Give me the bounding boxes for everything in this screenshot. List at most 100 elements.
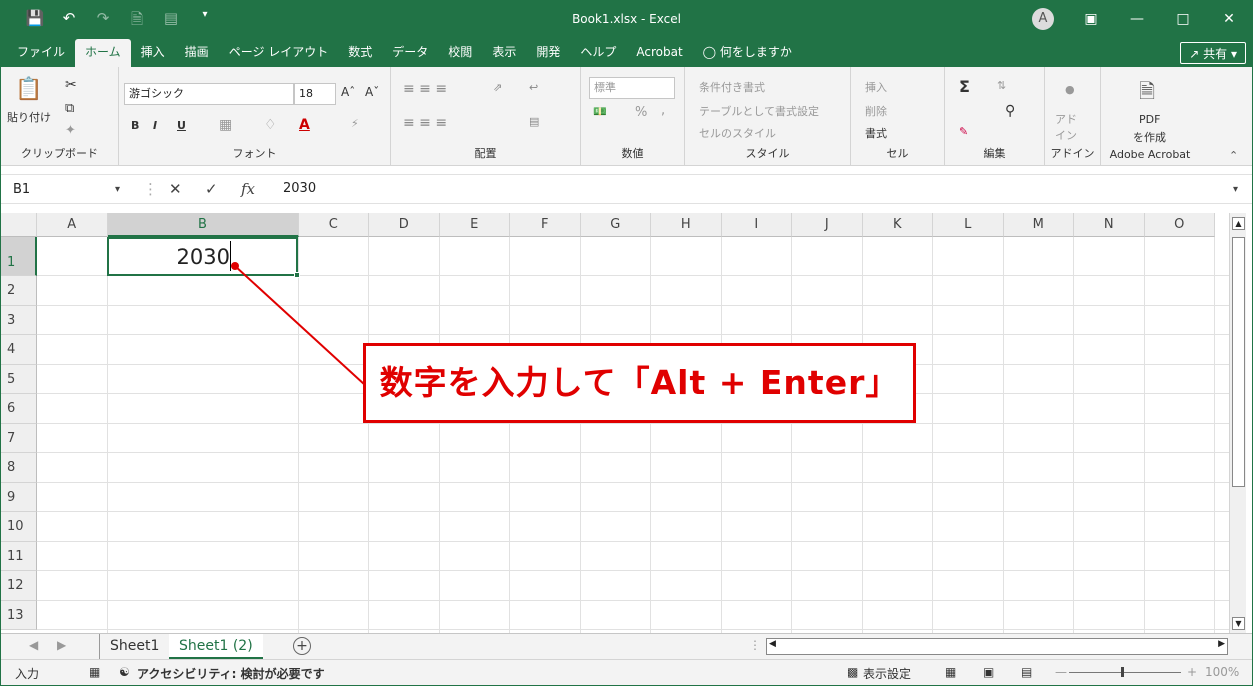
tell-me-search[interactable]: ◯ 何をしますか [693, 39, 802, 67]
name-box-dropdown-icon[interactable]: ▾ [115, 184, 120, 195]
tab-developer[interactable]: 開発 [526, 39, 570, 67]
enter-icon[interactable]: ✓ [205, 180, 218, 198]
row-header-10[interactable]: 10 [1, 512, 37, 542]
format-as-table-button[interactable]: テーブルとして書式設定 [699, 103, 819, 119]
tab-formulas[interactable]: 数式 [338, 39, 382, 67]
fill-handle[interactable] [294, 272, 300, 278]
tab-page-layout[interactable]: ページ レイアウト [219, 39, 339, 67]
addin-icon[interactable]: ● [1065, 83, 1075, 96]
share-button[interactable]: ↗ 共有 ▾ [1180, 42, 1246, 64]
macro-record-icon[interactable]: ▦ [89, 665, 100, 679]
column-header-o[interactable]: O [1144, 213, 1215, 237]
tab-home[interactable]: ホーム [75, 39, 131, 67]
format-painter-icon[interactable]: ✦ [65, 123, 76, 138]
row-header-12[interactable]: 12 [1, 571, 37, 601]
underline-button[interactable]: U [177, 119, 186, 132]
vertical-scrollbar[interactable]: ▲ ▼ [1229, 213, 1246, 633]
insert-cells-button[interactable]: 挿入 [865, 79, 887, 95]
column-header-d[interactable]: D [369, 213, 440, 237]
font-name-select[interactable]: 游ゴシック [124, 83, 294, 105]
fill-color-icon[interactable]: ♢ [264, 117, 277, 133]
collapse-ribbon-icon[interactable]: ⌃ [1229, 149, 1238, 162]
sheet-tab-sheet1-2[interactable]: Sheet1 (2) [169, 634, 263, 659]
insert-function-icon[interactable]: fx [241, 180, 255, 198]
tab-acrobat[interactable]: Acrobat [626, 39, 692, 67]
ribbon-display-icon[interactable]: ▣ [1068, 1, 1114, 37]
display-settings-label[interactable]: 表示設定 [863, 665, 911, 682]
column-header-m[interactable]: M [1003, 213, 1074, 237]
column-header-n[interactable]: N [1074, 213, 1145, 237]
clear-icon[interactable]: ✎ [959, 125, 968, 138]
sheet-tab-sheet1[interactable]: Sheet1 [99, 634, 169, 659]
profile-avatar[interactable]: A [1032, 8, 1054, 30]
row-header-9[interactable]: 9 [1, 482, 37, 512]
prev-sheet-icon[interactable]: ◀ [29, 638, 38, 652]
row-header-1[interactable]: 1 [1, 237, 37, 276]
column-header-k[interactable]: K [862, 213, 933, 237]
addin-button[interactable]: アド イン [1055, 111, 1077, 143]
row-header-2[interactable]: 2 [1, 276, 37, 306]
autosum-button[interactable]: Σ [959, 77, 970, 96]
select-all-corner[interactable] [1, 213, 37, 237]
row-header-13[interactable]: 13 [1, 600, 37, 630]
italic-button[interactable]: I [153, 119, 157, 132]
maximize-icon[interactable]: □ [1160, 1, 1206, 37]
column-header-i[interactable]: I [721, 213, 792, 237]
tab-help[interactable]: ヘルプ [570, 39, 626, 67]
merge-icon[interactable]: ▤ [529, 115, 539, 128]
scroll-down-icon[interactable]: ▼ [1232, 617, 1245, 630]
minimize-icon[interactable]: — [1114, 1, 1160, 37]
page-break-view-icon[interactable]: ▤ [1021, 665, 1032, 679]
display-settings-icon[interactable]: ▩ [847, 665, 858, 679]
cancel-icon[interactable]: ✕ [169, 180, 182, 198]
zoom-out-icon[interactable]: — [1055, 665, 1067, 679]
normal-view-icon[interactable]: ▦ [945, 665, 956, 679]
increase-font-icon[interactable]: Aˆ [341, 85, 355, 99]
column-header-j[interactable]: J [792, 213, 863, 237]
column-header-b[interactable]: B [107, 213, 299, 237]
scroll-thumb[interactable] [1232, 237, 1245, 487]
currency-icon[interactable]: 💵 [593, 105, 607, 118]
pdf-label[interactable]: PDF [1139, 113, 1160, 126]
add-sheet-icon[interactable]: + [293, 637, 311, 655]
delete-cells-button[interactable]: 削除 [865, 103, 887, 119]
column-header-l[interactable]: L [933, 213, 1004, 237]
row-header-11[interactable]: 11 [1, 541, 37, 571]
border-icon[interactable]: ▦ [219, 117, 232, 133]
find-icon[interactable]: ⚲ [1005, 103, 1015, 119]
row-header-8[interactable]: 8 [1, 453, 37, 483]
worksheet-grid[interactable]: A B C D E F G H I J K L M N O 1 2 3 4 5 6 7 8 9 10 11 12 13 2030 [1, 213, 1229, 633]
scroll-up-icon[interactable]: ▲ [1232, 217, 1245, 230]
zoom-slider-thumb[interactable] [1121, 667, 1124, 677]
font-color-icon[interactable]: A [299, 117, 310, 133]
tab-splitter-icon[interactable]: ⋮ [749, 638, 761, 652]
copy-icon[interactable]: ⧉ [65, 101, 74, 116]
tab-review[interactable]: 校閲 [438, 39, 482, 67]
sort-filter-icon[interactable]: ⇅ [997, 79, 1006, 92]
active-cell-b1[interactable]: 2030 [107, 237, 298, 276]
wrap-text-icon[interactable]: ↩ [529, 81, 538, 94]
row-header-5[interactable]: 5 [1, 364, 37, 394]
accessibility-status[interactable]: アクセシビリティ: 検討が必要です [137, 665, 325, 682]
page-layout-view-icon[interactable]: ▣ [983, 665, 994, 679]
horizontal-scrollbar[interactable]: ◀ ▶ [766, 638, 1228, 655]
row-header-7[interactable]: 7 [1, 423, 37, 453]
bold-button[interactable]: B [131, 119, 139, 132]
font-size-select[interactable]: 18 [294, 83, 336, 105]
zoom-level[interactable]: 100% [1205, 665, 1239, 679]
tab-data[interactable]: データ [382, 39, 438, 67]
paste-icon[interactable]: 📋 [15, 77, 42, 102]
tab-file[interactable]: ファイル [7, 39, 75, 67]
align-top-icon[interactable]: ≡ ≡ ≡ [403, 81, 447, 97]
column-header-g[interactable]: G [580, 213, 651, 237]
accessibility-icon[interactable]: ☯ [119, 665, 130, 679]
tab-draw[interactable]: 描画 [175, 39, 219, 67]
conditional-format-button[interactable]: 条件付き書式 [699, 79, 765, 95]
format-cells-button[interactable]: 書式 [865, 125, 887, 141]
pdf-icon[interactable]: 🗎 [1139, 77, 1155, 111]
number-format-select[interactable]: 標準 [589, 77, 675, 99]
cell-styles-button[interactable]: セルのスタイル [699, 125, 776, 141]
create-pdf-label[interactable]: を作成 [1133, 129, 1166, 145]
row-header-3[interactable]: 3 [1, 305, 37, 335]
formula-input[interactable]: 2030 [283, 181, 316, 196]
